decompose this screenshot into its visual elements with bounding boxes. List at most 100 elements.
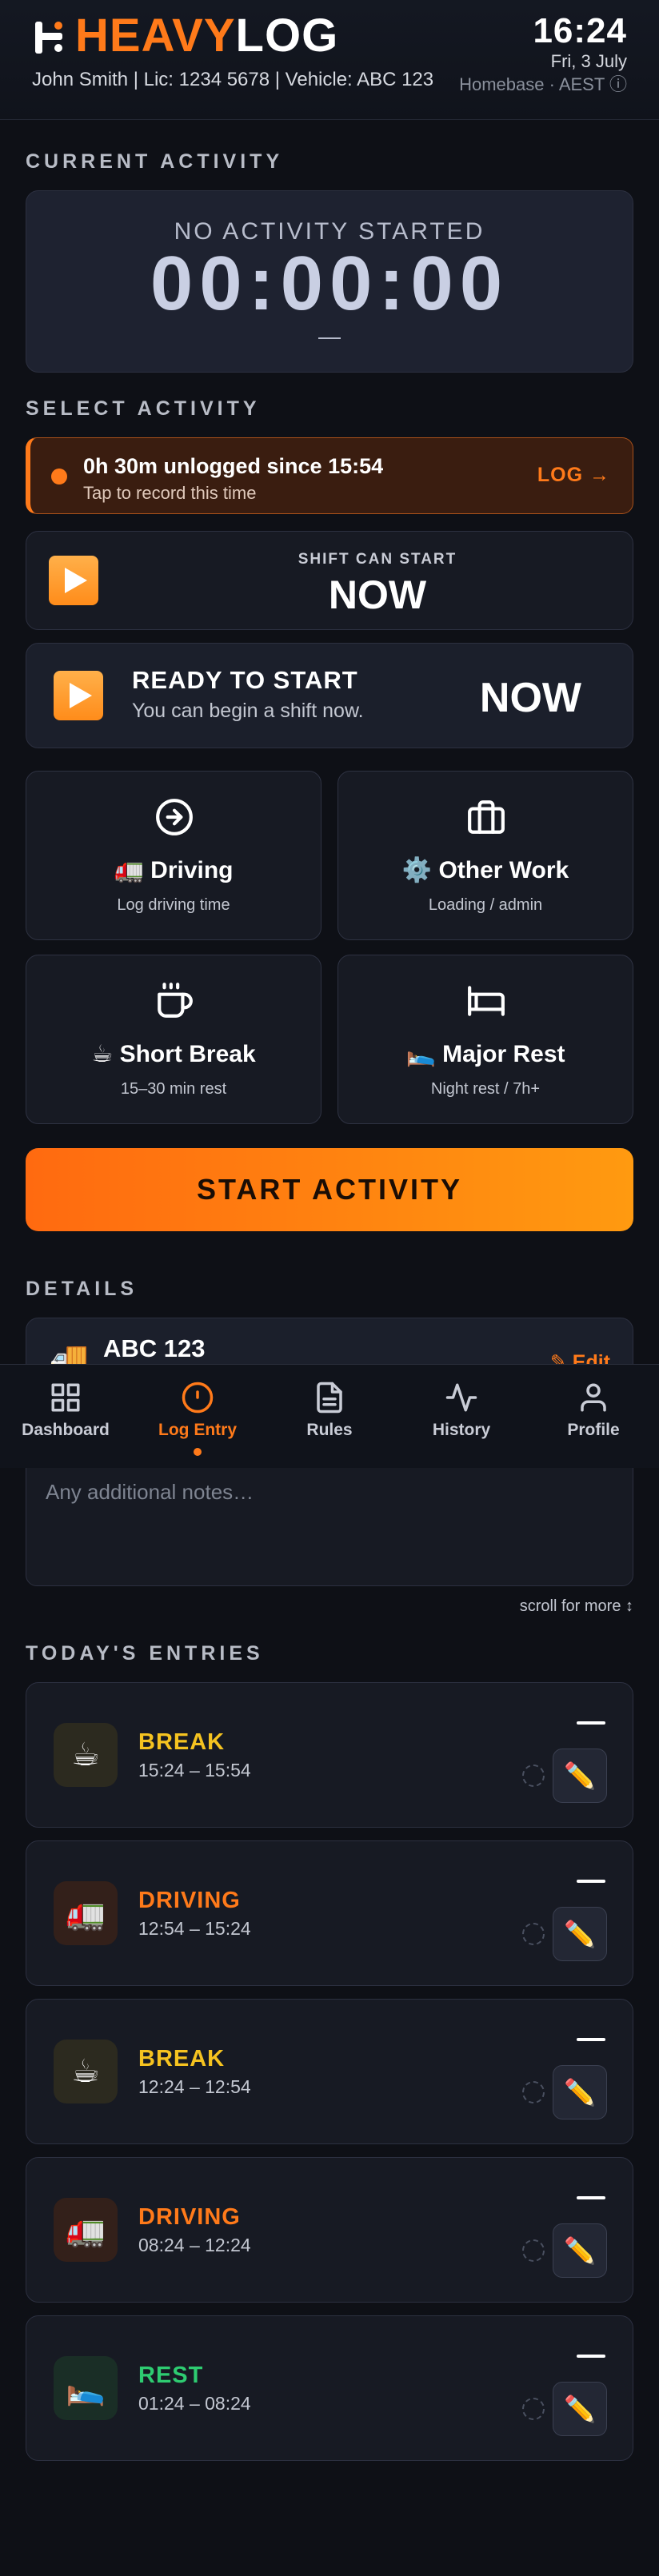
activity-driving[interactable]: 🚛 Driving Log driving time [26, 771, 322, 940]
edit-entry-button[interactable]: ✏️ [553, 2382, 607, 2436]
break-icon: ☕ [54, 1723, 118, 1787]
coffee-icon [158, 983, 193, 1018]
briefcase-icon [468, 800, 505, 834]
ready-title: READY TO START [132, 666, 358, 694]
activity-name: 🚛 Driving [114, 857, 234, 883]
nav-label: History [432, 1421, 491, 1439]
activity-sub: Log driving time [117, 896, 230, 914]
nav-label: Rules [306, 1421, 353, 1439]
details-title: DETAILS [26, 1278, 138, 1300]
document-icon [317, 1382, 342, 1414]
nav-label: Log Entry [158, 1421, 237, 1439]
status-ring-icon [522, 1923, 545, 1945]
app-header: HEAVYLOG John Smith | Lic: 1234 5678 | V… [0, 0, 659, 120]
entry-type: REST [138, 2363, 204, 2388]
break-icon: ☕ [54, 2040, 118, 2103]
entry-type: DRIVING [138, 1888, 241, 1913]
arrow-circle-icon [156, 799, 193, 835]
status-ring-icon [522, 1765, 545, 1787]
grid-icon [51, 1383, 80, 1412]
current-date: Fri, 3 July [550, 51, 627, 71]
shift-start-label: SHIFT CAN START [298, 551, 457, 568]
status-ring-icon [522, 2398, 545, 2420]
status-ring-icon [522, 2081, 545, 2103]
collapse-bar-icon [577, 1880, 605, 1883]
nav-label: Dashboard [22, 1421, 110, 1439]
active-indicator [194, 1448, 202, 1456]
shift-start-value: NOW [328, 572, 427, 617]
log-button[interactable]: LOG → [537, 464, 610, 487]
start-activity-button[interactable]: START ACTIVITY [26, 1148, 633, 1231]
entry-type: BREAK [138, 2046, 226, 2072]
scroll-hint: scroll for more ↕ [519, 1597, 633, 1615]
nav-profile[interactable]: Profile [528, 1381, 659, 1440]
header-clock: 16:24 Fri, 3 July Homebase · AEST ⓘ [459, 11, 627, 94]
alert-title: 0h 30m unlogged since 15:54 [83, 454, 384, 478]
entry-type: BREAK [138, 1729, 226, 1755]
activity-name: ☕ Short Break [91, 1041, 256, 1067]
vehicle-registration: ABC 123 [103, 1334, 206, 1362]
user-icon [581, 1383, 606, 1412]
nav-dashboard[interactable]: Dashboard [0, 1381, 131, 1440]
entry-type: DRIVING [138, 2204, 241, 2230]
entry-card[interactable]: ☕ BREAK 15:24 – 15:54 ✏️ [26, 1682, 633, 1828]
entry-time-range: 08:24 – 12:24 [138, 2235, 251, 2255]
edit-entry-button[interactable]: ✏️ [553, 2065, 607, 2119]
todays-entries-title: TODAY'S ENTRIES [26, 1642, 264, 1665]
entry-card[interactable]: ☕ BREAK 12:24 – 12:54 ✏️ [26, 1999, 633, 2144]
entry-time-range: 01:24 – 08:24 [138, 2393, 251, 2414]
ready-to-start-card: READY TO START You can begin a shift now… [26, 643, 633, 748]
nav-rules[interactable]: Rules [264, 1381, 395, 1440]
edit-entry-button[interactable]: ✏️ [553, 1907, 607, 1961]
nav-label: Profile [567, 1421, 620, 1439]
driving-icon: 🚛 [54, 2198, 118, 2262]
edit-entry-button[interactable]: ✏️ [553, 2223, 607, 2278]
current-time: 16:24 [533, 11, 627, 50]
activity-timer: 00:00:00 [150, 241, 509, 326]
collapse-bar-icon [577, 2038, 605, 2041]
rest-icon: 🛌 [54, 2356, 118, 2420]
timezone-info[interactable]: Homebase · AEST ⓘ [459, 70, 627, 96]
alert-dot-icon [51, 469, 67, 484]
entry-time-range: 12:24 – 12:54 [138, 2076, 251, 2097]
current-activity-title: CURRENT ACTIVITY [26, 150, 284, 173]
entry-card[interactable]: 🚛 DRIVING 12:54 – 15:24 ✏️ [26, 1840, 633, 1986]
bed-icon [468, 986, 505, 1016]
activity-name: 🛌 Major Rest [405, 1041, 565, 1067]
activity-short-break[interactable]: ☕ Short Break 15–30 min rest [26, 955, 322, 1124]
ready-value: NOW [479, 675, 581, 721]
nav-log-entry[interactable]: Log Entry [132, 1381, 263, 1456]
edit-entry-button[interactable]: ✏️ [553, 1749, 607, 1803]
bottom-nav: Dashboard Log Entry Rules History Profil… [0, 1364, 659, 1468]
entry-time-range: 15:24 – 15:54 [138, 1760, 251, 1780]
app-logo: HEAVYLOG [32, 13, 338, 59]
collapse-bar-icon [577, 1721, 605, 1725]
activity-other-work[interactable]: ⚙️ Other Work Loading / admin [337, 771, 633, 940]
current-activity-card: NO ACTIVITY STARTED 00:00:00 — [26, 190, 633, 373]
driver-info: John Smith | Lic: 1234 5678 | Vehicle: A… [32, 69, 434, 90]
alert-subtitle: Tap to record this time [83, 483, 257, 503]
entry-card[interactable]: 🚛 DRIVING 08:24 – 12:24 ✏️ [26, 2157, 633, 2303]
driving-icon: 🚛 [54, 1881, 118, 1945]
nav-history[interactable]: History [396, 1381, 527, 1440]
clock-icon [182, 1382, 214, 1414]
collapse-bar-icon [577, 2196, 605, 2199]
activity-name: ⚙️ Other Work [401, 857, 569, 883]
entry-time-range: 12:54 – 15:24 [138, 1918, 251, 1939]
shift-start-card: SHIFT CAN START NOW [26, 531, 633, 630]
activity-sub: Night rest / 7h+ [430, 1080, 541, 1098]
ready-subtitle: You can begin a shift now. [132, 700, 364, 722]
select-activity-title: SELECT ACTIVITY [26, 397, 261, 420]
logo-mark-icon [32, 17, 64, 55]
brand-name: HEAVYLOG [75, 10, 339, 62]
play-icon [54, 671, 103, 720]
activity-sub: Loading / admin [428, 896, 543, 914]
activity-detail: — [318, 324, 341, 349]
collapse-bar-icon [577, 2355, 605, 2358]
activity-sub: 15–30 min rest [120, 1080, 227, 1098]
activity-major-rest[interactable]: 🛌 Major Rest Night rest / 7h+ [337, 955, 633, 1124]
unlogged-time-alert[interactable]: 0h 30m unlogged since 15:54 Tap to recor… [26, 437, 633, 514]
activity-icon [445, 1383, 477, 1412]
status-ring-icon [522, 2239, 545, 2262]
entry-card[interactable]: 🛌 REST 01:24 – 08:24 ✏️ [26, 2315, 633, 2461]
